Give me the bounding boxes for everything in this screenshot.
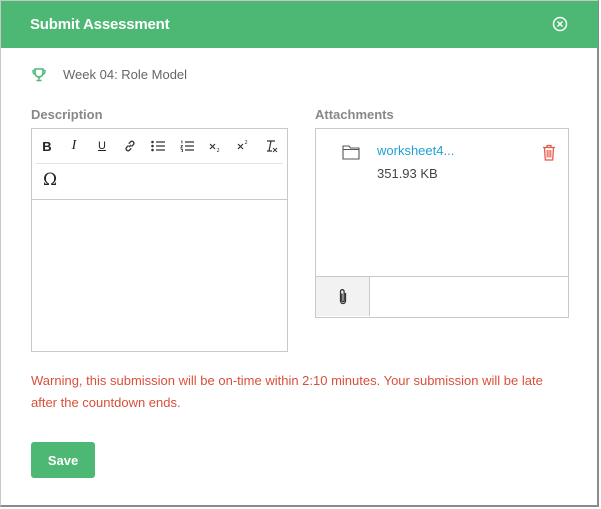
close-icon[interactable] [552, 16, 568, 32]
modal-title: Submit Assessment [30, 16, 170, 33]
remove-format-button[interactable] [260, 135, 282, 157]
bold-button[interactable]: B [36, 135, 58, 157]
paperclip-icon [339, 288, 346, 304]
submit-assessment-modal: Submit Assessment Week 04: Role Model De… [0, 0, 599, 507]
numbered-list-button[interactable] [176, 135, 198, 157]
superscript-icon: 2 [237, 140, 248, 150]
underline-button[interactable]: U [91, 135, 113, 157]
svg-text:2: 2 [217, 148, 220, 153]
special-character-button[interactable]: Ω [39, 169, 61, 191]
superscript-button[interactable]: 2 [232, 135, 254, 157]
italic-button[interactable]: I [63, 135, 85, 157]
attachment-upload-bar [316, 276, 568, 317]
attachment-file-name[interactable]: worksheet4... [377, 143, 454, 158]
deadline-warning: Warning, this submission will be on-time… [31, 373, 543, 410]
description-editor: B I U 2 2 Ω [31, 128, 288, 352]
attach-file-button[interactable] [316, 277, 370, 316]
remove-format-icon [267, 140, 278, 153]
subscript-button[interactable]: 2 [204, 135, 226, 157]
link-icon [125, 140, 135, 152]
link-button[interactable] [119, 135, 141, 157]
bullet-list-button[interactable] [147, 135, 169, 157]
attachment-file-size: 351.93 KB [377, 166, 438, 181]
trash-icon[interactable] [542, 144, 556, 161]
toolbar-divider [36, 163, 283, 164]
attachments-label: Attachments [315, 107, 394, 122]
editor-toolbar: B I U 2 2 Ω [32, 129, 287, 200]
trophy-icon [32, 67, 46, 81]
week-row: Week 04: Role Model [32, 67, 187, 82]
folder-icon [342, 145, 360, 160]
week-label: Week 04: Role Model [63, 67, 188, 82]
numbered-list-icon [180, 140, 194, 152]
svg-text:2: 2 [245, 140, 248, 146]
modal-header: Submit Assessment [1, 1, 598, 48]
attachments-panel: worksheet4... 351.93 KB [315, 128, 569, 318]
editor-content[interactable] [32, 200, 287, 351]
subscript-icon: 2 [209, 143, 220, 153]
save-button[interactable]: Save [31, 442, 95, 478]
bullet-list-icon [151, 140, 165, 152]
description-label: Description [31, 107, 103, 122]
